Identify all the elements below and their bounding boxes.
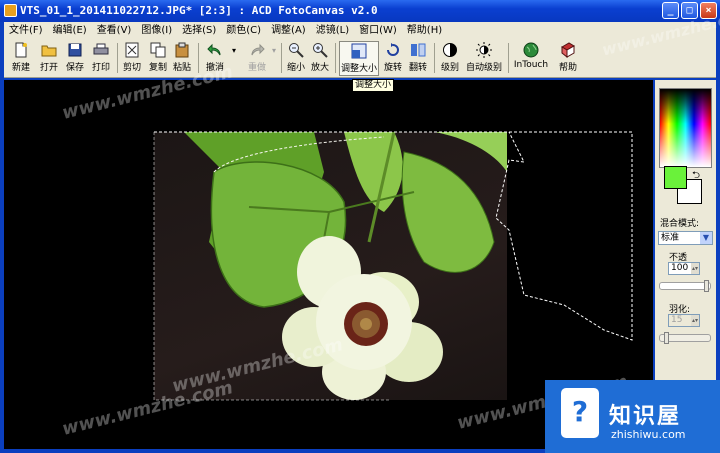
auto-levels-button[interactable]: 自动级别 bbox=[464, 41, 504, 76]
intouch-button[interactable]: InTouch bbox=[512, 41, 550, 76]
chevron-down-icon[interactable]: ▼ bbox=[700, 232, 712, 244]
toolbar-separator bbox=[508, 43, 509, 73]
blend-mode-select[interactable]: 标准 ▼ bbox=[658, 231, 713, 245]
print-button[interactable]: 打印 bbox=[90, 41, 112, 76]
rotate-icon bbox=[387, 43, 399, 56]
opacity-spinner-icon[interactable]: ▴▾ bbox=[691, 263, 699, 274]
cut-button[interactable]: 剪切 bbox=[121, 41, 143, 76]
opacity-slider-thumb[interactable] bbox=[704, 280, 709, 292]
menu-window[interactable]: 窗口(W) bbox=[354, 22, 402, 39]
flip-icon bbox=[411, 43, 426, 57]
menu-filter[interactable]: 滤镜(L) bbox=[311, 22, 354, 39]
rotate-label: 旋转 bbox=[383, 63, 402, 73]
new-button[interactable]: 新建 bbox=[10, 41, 32, 76]
printer-icon bbox=[93, 43, 109, 55]
redo-button[interactable]: 重做 bbox=[244, 41, 270, 76]
help-button[interactable]: 帮助 bbox=[556, 41, 580, 76]
feather-slider-thumb[interactable] bbox=[664, 332, 669, 344]
cut-icon bbox=[125, 42, 139, 58]
rotate-button[interactable]: 旋转 bbox=[382, 41, 404, 76]
copy-button[interactable]: 复制 bbox=[147, 41, 169, 76]
minimize-button[interactable]: _ bbox=[662, 2, 679, 19]
toolbar-separator bbox=[117, 43, 118, 73]
help-label: 帮助 bbox=[558, 63, 577, 73]
flip-button[interactable]: 翻转 bbox=[407, 41, 429, 76]
print-label: 打印 bbox=[91, 63, 110, 73]
swap-colors-icon[interactable]: ⮌ bbox=[692, 168, 700, 185]
auto-levels-sun-icon bbox=[476, 42, 492, 58]
menu-color[interactable]: 颜色(C) bbox=[221, 22, 266, 39]
copy-label: 复制 bbox=[148, 63, 167, 73]
menu-edit[interactable]: 编辑(E) bbox=[48, 22, 92, 39]
cut-label: 剪切 bbox=[122, 63, 141, 73]
badge-name: 知识屋 bbox=[609, 404, 682, 429]
resize-label: 调整大小 bbox=[340, 64, 377, 74]
foreground-color-swatch[interactable] bbox=[664, 166, 687, 189]
levels-icon bbox=[443, 43, 457, 57]
feather-slider[interactable] bbox=[659, 332, 711, 344]
toolbar-separator bbox=[434, 43, 435, 73]
redo-arrow-icon bbox=[251, 43, 265, 56]
flip-label: 翻转 bbox=[408, 63, 427, 73]
blend-mode-label: 混合模式: bbox=[660, 219, 700, 229]
menu-view[interactable]: 查看(V) bbox=[92, 22, 137, 39]
intouch-globe-icon bbox=[523, 42, 539, 58]
open-folder-icon bbox=[41, 45, 57, 57]
zoom-in-label: 放大 bbox=[310, 63, 329, 73]
help-book-icon bbox=[561, 42, 575, 58]
title-bar[interactable]: VTS_01_1_201411022712.JPG* [2:3] : ACD F… bbox=[0, 0, 720, 22]
opacity-input[interactable]: 100 ▴▾ bbox=[668, 262, 700, 275]
zoom-in-icon bbox=[313, 43, 328, 58]
site-badge: ? 知识屋 zhishiwu.com bbox=[545, 380, 720, 453]
app-icon bbox=[4, 4, 17, 17]
color-palette[interactable] bbox=[659, 88, 712, 168]
resize-button[interactable]: 调整大小 bbox=[339, 41, 379, 76]
zoom-out-label: 缩小 bbox=[286, 63, 305, 73]
chevron-down-icon: ▾ bbox=[231, 46, 236, 55]
save-label: 保存 bbox=[65, 63, 84, 73]
new-label: 新建 bbox=[11, 63, 30, 73]
save-button[interactable]: 保存 bbox=[64, 41, 86, 76]
zoom-in-button[interactable]: 放大 bbox=[309, 41, 331, 76]
levels-label: 级别 bbox=[440, 63, 459, 73]
undo-arrow-icon bbox=[207, 43, 221, 56]
blend-mode-value: 标准 bbox=[661, 233, 680, 243]
resize-icon bbox=[351, 43, 367, 59]
redo-label: 重做 bbox=[247, 63, 266, 73]
zoom-out-button[interactable]: 缩小 bbox=[285, 41, 307, 76]
toolbar-separator bbox=[281, 43, 282, 73]
intouch-label: InTouch bbox=[513, 60, 549, 70]
resize-tooltip: 调整大小 bbox=[352, 79, 395, 92]
menu-bar: 文件(F) 编辑(E) 查看(V) 图像(I) 选择(S) 颜色(C) 调整(A) 滤镜(L)… bbox=[4, 22, 716, 39]
feather-input[interactable]: 15 ▴▾ bbox=[668, 314, 700, 327]
new-file-icon bbox=[15, 42, 27, 58]
open-label: 打开 bbox=[39, 63, 58, 73]
window-title: VTS_01_1_201411022712.JPG* [2:3] : ACD F… bbox=[20, 4, 378, 17]
badge-url: zhishiwu.com bbox=[611, 428, 686, 441]
auto-levels-label: 自动级别 bbox=[465, 63, 502, 73]
feather-value: 15 bbox=[671, 315, 683, 325]
menu-select[interactable]: 选择(S) bbox=[177, 22, 221, 39]
question-mark-icon: ? bbox=[561, 388, 599, 438]
menu-help[interactable]: 帮助(H) bbox=[402, 22, 447, 39]
opacity-value: 100 bbox=[671, 263, 689, 273]
app-window: VTS_01_1_201411022712.JPG* [2:3] : ACD F… bbox=[0, 0, 720, 453]
paste-clipboard-icon bbox=[175, 42, 189, 58]
chevron-down-icon: ▾ bbox=[271, 46, 276, 55]
levels-button[interactable]: 级别 bbox=[438, 41, 462, 76]
redo-dropdown[interactable]: ▾ bbox=[270, 41, 278, 76]
open-button[interactable]: 打开 bbox=[38, 41, 60, 76]
menu-file[interactable]: 文件(F) bbox=[4, 22, 48, 39]
toolbar-separator bbox=[335, 43, 336, 73]
opacity-slider[interactable] bbox=[659, 280, 711, 292]
menu-adjust[interactable]: 调整(A) bbox=[266, 22, 311, 39]
menu-image[interactable]: 图像(I) bbox=[136, 22, 177, 39]
feather-spinner-icon[interactable]: ▴▾ bbox=[691, 315, 699, 326]
save-disk-icon bbox=[68, 43, 82, 57]
zoom-out-icon bbox=[289, 43, 304, 58]
copy-icon bbox=[150, 42, 166, 58]
